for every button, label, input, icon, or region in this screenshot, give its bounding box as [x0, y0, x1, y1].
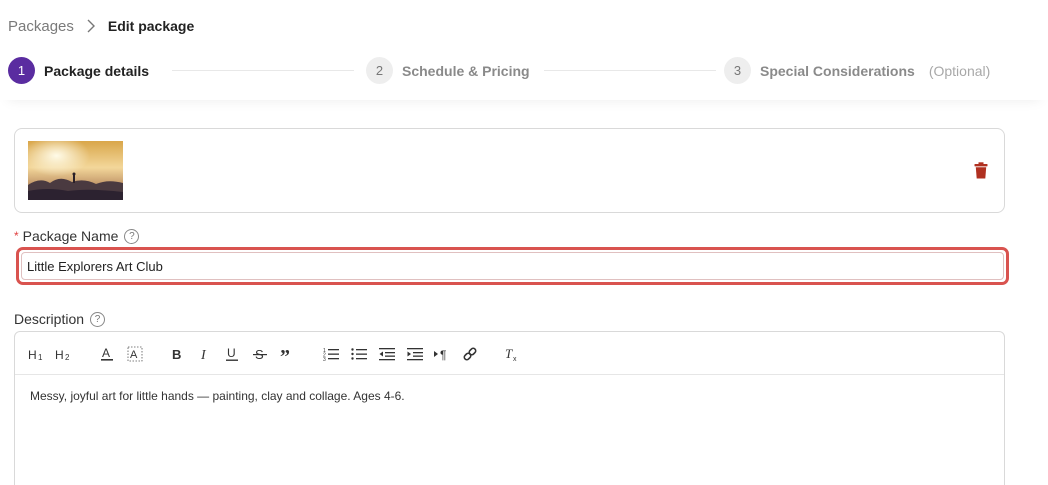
- package-thumbnail[interactable]: [28, 141, 123, 200]
- delete-image-button[interactable]: [974, 162, 990, 180]
- svg-text:I: I: [200, 348, 207, 361]
- step-package-details[interactable]: 1 Package details: [8, 57, 149, 84]
- outdent-icon[interactable]: [378, 344, 396, 364]
- step-connector: [544, 70, 716, 71]
- step-optional-tag: (Optional): [928, 62, 991, 79]
- step-label: Special Considerations: [760, 62, 915, 79]
- bold-icon[interactable]: B: [169, 344, 185, 364]
- svg-text:A: A: [130, 349, 138, 361]
- package-name-label: * Package Name ?: [14, 228, 140, 244]
- required-marker: *: [14, 229, 19, 243]
- package-name-input-highlight: [16, 247, 1009, 285]
- description-label: Description ?: [14, 311, 106, 327]
- bullet-list-icon[interactable]: [350, 344, 368, 364]
- h1-icon[interactable]: H1: [27, 344, 47, 364]
- description-label-text: Description: [14, 311, 85, 327]
- ordered-list-icon[interactable]: 123: [322, 344, 340, 364]
- package-name-input[interactable]: [21, 252, 1004, 280]
- step-number: 2: [366, 57, 393, 84]
- text-direction-icon[interactable]: ¶: [433, 344, 451, 364]
- svg-text:”: ”: [280, 347, 290, 361]
- svg-text:A: A: [102, 346, 110, 360]
- page-header: Packages Edit package 1 Package details …: [0, 0, 1048, 100]
- help-icon[interactable]: ?: [90, 311, 106, 327]
- step-number: 3: [724, 57, 751, 84]
- editor-toolbar: H1 H2 A A B I U S ” 123: [15, 332, 1004, 375]
- indent-icon[interactable]: [406, 344, 424, 364]
- svg-text:3: 3: [323, 357, 326, 361]
- step-label: Schedule & Pricing: [402, 62, 530, 79]
- svg-text:B: B: [172, 347, 181, 361]
- svg-text:1: 1: [38, 353, 43, 361]
- step-connector: [172, 70, 354, 71]
- package-name-label-text: Package Name: [22, 228, 119, 244]
- step-number: 1: [8, 57, 35, 84]
- help-icon[interactable]: ?: [124, 228, 140, 244]
- description-content[interactable]: Messy, joyful art for little hands — pai…: [15, 375, 1004, 417]
- svg-text:¶: ¶: [440, 348, 446, 361]
- blockquote-icon[interactable]: ”: [279, 344, 297, 364]
- chevron-right-icon: [86, 17, 96, 35]
- highlight-icon[interactable]: A: [126, 344, 144, 364]
- step-schedule-pricing[interactable]: 2 Schedule & Pricing: [366, 57, 530, 84]
- font-color-icon[interactable]: A: [99, 344, 115, 364]
- breadcrumb-current: Edit package: [107, 18, 195, 34]
- underline-icon[interactable]: U: [224, 344, 240, 364]
- clear-format-icon[interactable]: Tx: [503, 344, 521, 364]
- h2-icon[interactable]: H2: [54, 344, 74, 364]
- strikethrough-icon[interactable]: S: [251, 344, 269, 364]
- breadcrumb-packages-link[interactable]: Packages: [8, 18, 74, 35]
- svg-text:2: 2: [65, 353, 70, 361]
- svg-text:T: T: [505, 346, 513, 361]
- svg-text:x: x: [513, 356, 517, 362]
- step-special-considerations[interactable]: 3 Special Considerations (Optional): [724, 57, 990, 84]
- svg-text:H: H: [55, 348, 64, 361]
- step-label: Package details: [44, 62, 150, 79]
- description-editor: H1 H2 A A B I U S ” 123: [14, 331, 1005, 485]
- package-image-card: [14, 128, 1005, 213]
- italic-icon[interactable]: I: [197, 344, 213, 364]
- breadcrumb: Packages Edit package: [8, 17, 194, 35]
- stepper: 1 Package details 2 Schedule & Pricing 3…: [8, 57, 1048, 85]
- trash-icon: [974, 162, 988, 179]
- link-icon[interactable]: [461, 344, 479, 364]
- svg-text:H: H: [28, 348, 37, 361]
- svg-text:U: U: [227, 346, 236, 360]
